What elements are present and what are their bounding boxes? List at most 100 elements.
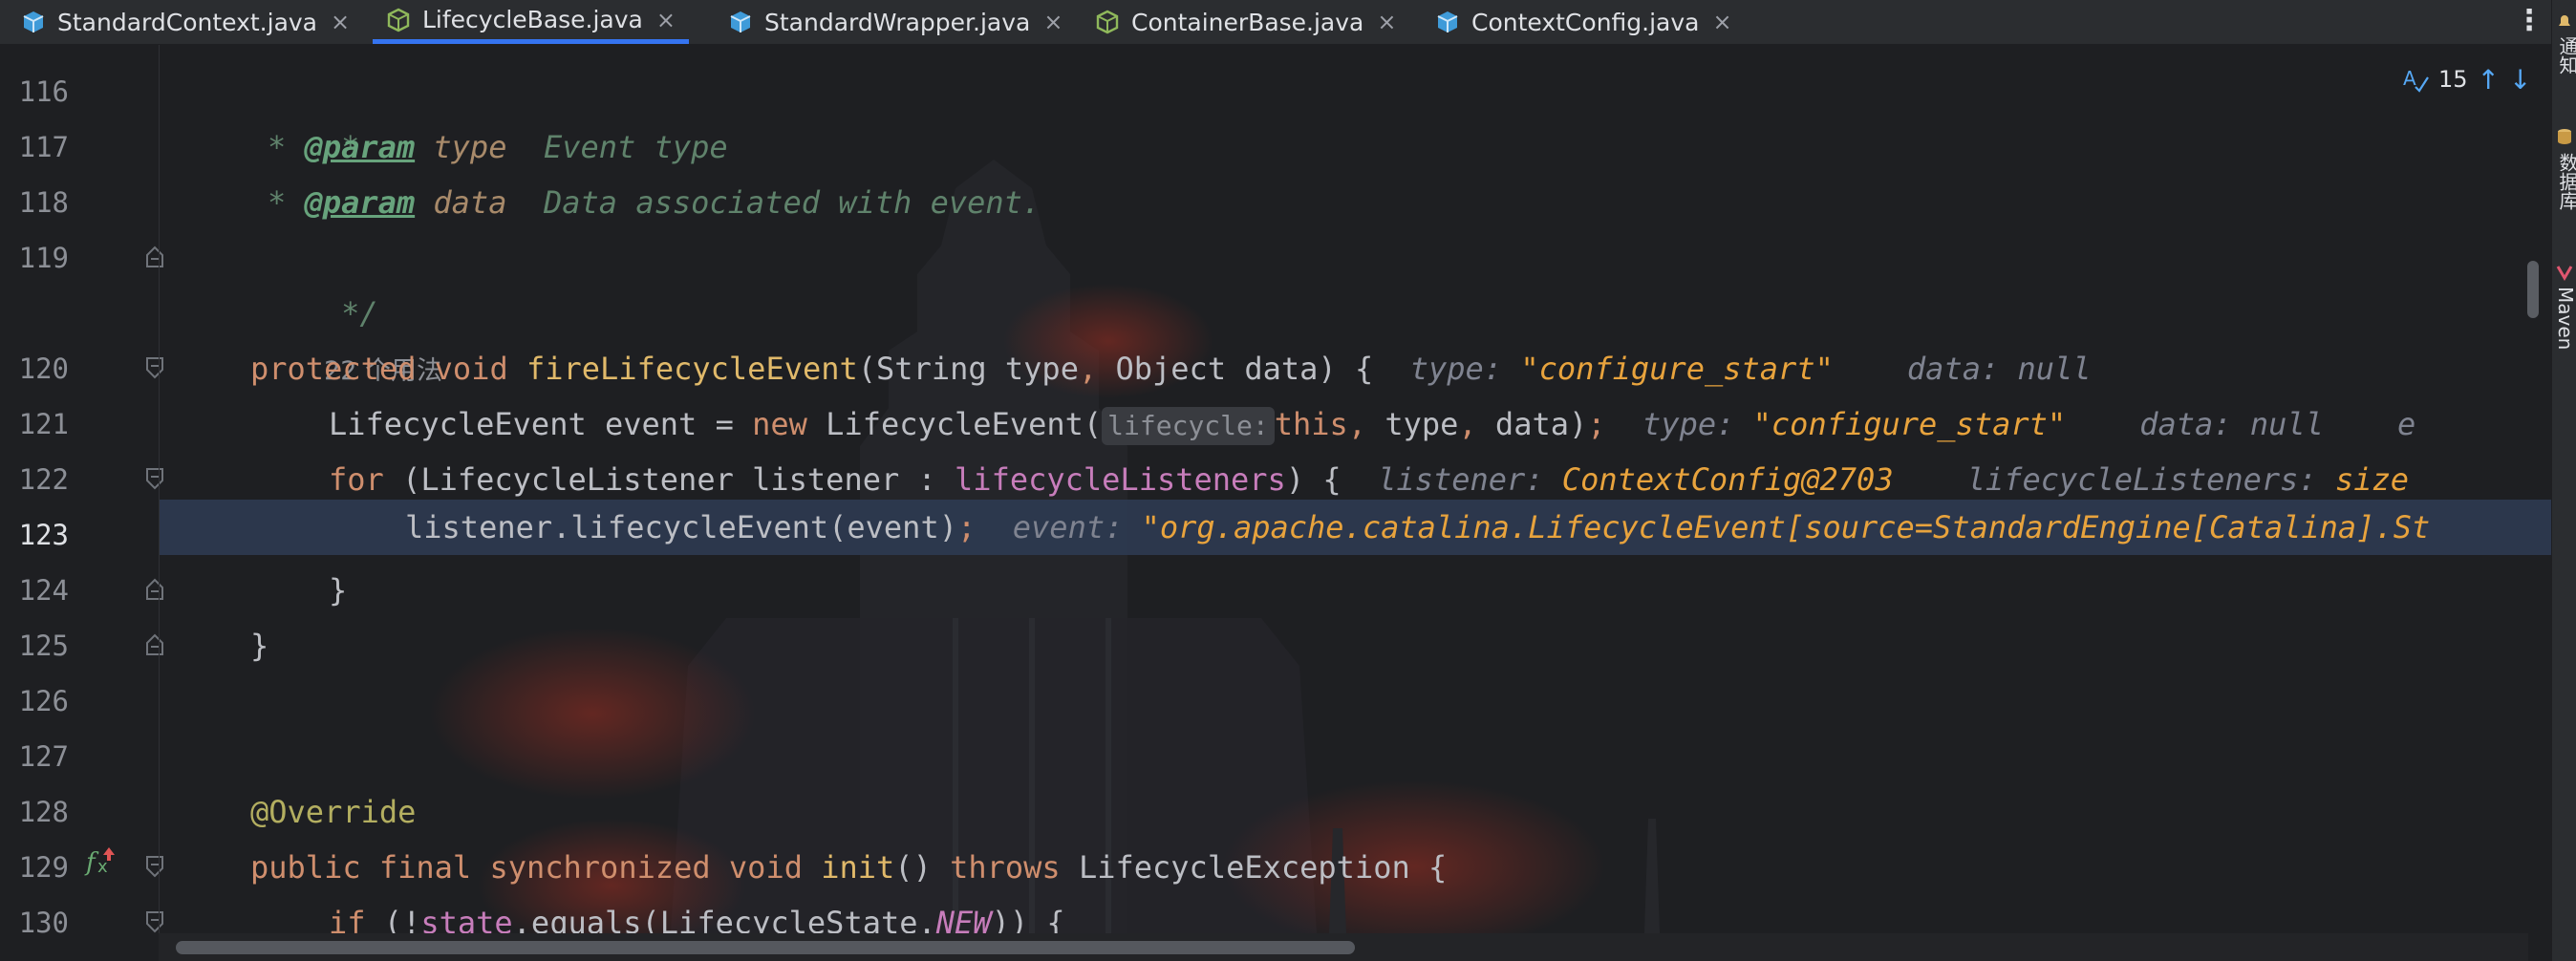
keyword: synchronized <box>489 849 711 886</box>
gutter: 116 117 118 119 120 121 122 123 124 125 … <box>0 45 163 961</box>
code-text: (String type <box>857 351 1079 387</box>
close-icon[interactable]: × <box>331 9 350 35</box>
debug-inline-key: e <box>2396 406 2416 442</box>
keyword: protected <box>250 351 417 387</box>
editor-tab-bar: StandardContext.java × LifecycleBase.jav… <box>0 0 2551 45</box>
tab-container-base[interactable]: ContainerBase.java × <box>1095 0 1396 44</box>
debug-inline-value: "configure_start" <box>1520 351 1834 387</box>
tab-label: LifecycleBase.java <box>422 6 643 33</box>
line-number: 120 <box>18 352 69 385</box>
line-number: 118 <box>18 186 69 219</box>
database-tool[interactable]: 数据库 <box>2554 153 2576 210</box>
code-text: ) { <box>1285 461 1342 498</box>
code-line-128: @Override <box>250 784 416 840</box>
code-line-124: } <box>329 563 347 618</box>
line-number: 128 <box>18 796 69 828</box>
right-tool-window-strip: 通知 数据库 Maven <box>2551 0 2576 961</box>
notifications-icon[interactable] <box>2556 13 2573 31</box>
fold-end-icon[interactable] <box>145 246 164 268</box>
tab-context-config[interactable]: ContextConfig.java × <box>1435 0 1732 44</box>
code-line-118: * @param data Data associated with event… <box>268 175 1041 230</box>
tab-standard-wrapper[interactable]: StandardWrapper.java × <box>728 0 1063 44</box>
code-text: (LifecycleListener listener : <box>383 461 955 498</box>
code-text: Object data) { <box>1097 351 1374 387</box>
close-icon[interactable]: × <box>1043 9 1063 35</box>
more-tabs-icon[interactable]: ⋮ <box>2515 4 2544 37</box>
fold-start-icon[interactable] <box>145 356 164 379</box>
horizontal-scrollbar-thumb[interactable] <box>176 941 1355 954</box>
maven-tool[interactable]: Maven <box>2554 287 2576 350</box>
code-semicolon: ; <box>1587 406 1606 442</box>
tab-lifecycle-base[interactable]: LifecycleBase.java × <box>373 0 689 44</box>
fold-end-icon[interactable] <box>145 578 164 601</box>
javadoc-tag: @param <box>304 184 416 221</box>
code-semicolon: ; <box>956 509 977 545</box>
code-editor[interactable]: 116 117 118 119 120 121 122 123 124 125 … <box>0 45 2551 961</box>
fold-start-icon[interactable] <box>145 855 164 878</box>
debug-inline-key: event: <box>1012 509 1142 545</box>
close-icon[interactable]: × <box>656 7 676 33</box>
keyword: for <box>329 461 384 498</box>
keyword: final <box>378 849 472 886</box>
field-reference: lifecycleListeners <box>955 461 1286 498</box>
notifications-tool[interactable]: 通知 <box>2554 36 2576 75</box>
code-text: data) <box>1476 406 1588 442</box>
line-number: 116 <box>18 75 69 108</box>
java-class-icon <box>1437 11 1458 32</box>
javadoc-desc: Data associated with event. <box>543 184 1041 221</box>
debug-inline-key: data: <box>1906 351 2018 387</box>
debug-inline-value: size <box>2334 461 2410 498</box>
svg-text:x: x <box>97 857 108 877</box>
code-line-120: protected void fireLifecycleEvent(String… <box>250 341 2092 396</box>
fold-start-icon[interactable] <box>145 467 164 490</box>
line-number: 122 <box>18 463 69 496</box>
database-icon[interactable] <box>2556 128 2573 145</box>
debug-inline-value: "org.apache.catalina.LifecycleEvent[sour… <box>1141 509 2431 545</box>
tab-label: StandardContext.java <box>57 8 317 36</box>
previous-problem-icon[interactable]: ↑ <box>2478 64 2500 96</box>
debug-inline-key: listener: <box>1378 461 1562 498</box>
code-text: } <box>250 628 269 664</box>
close-icon[interactable]: × <box>1377 9 1396 35</box>
tab-standard-context[interactable]: StandardContext.java × <box>21 0 350 44</box>
override-method-icon[interactable]: f x <box>84 844 118 878</box>
keyword: public <box>250 849 361 886</box>
code-text: LifecycleEvent event = <box>329 406 753 442</box>
tab-label: ContextConfig.java <box>1471 8 1700 36</box>
keyword: void <box>434 351 508 387</box>
line-number: 125 <box>18 630 69 662</box>
code-text: LifecycleEvent( <box>806 406 1103 442</box>
fold-start-icon[interactable] <box>145 910 164 933</box>
code-text: LifecycleException { <box>1060 849 1448 886</box>
usage-hint[interactable]: 22 个用法 <box>250 286 442 386</box>
code-comma: , <box>1458 406 1477 442</box>
javadoc-param-name: type <box>433 129 507 165</box>
code-text: type <box>1366 406 1459 442</box>
maven-icon[interactable] <box>2556 264 2573 281</box>
fold-end-icon[interactable] <box>145 633 164 656</box>
keyword: new <box>752 406 807 442</box>
inspection-count: 15 <box>2438 66 2468 93</box>
code-line-123: listener.lifecycleEvent(event); event: "… <box>405 500 2430 555</box>
typo-inspection-icon[interactable]: A <box>2402 66 2429 93</box>
next-problem-icon[interactable]: ↓ <box>2509 64 2531 96</box>
line-number: 130 <box>18 907 69 939</box>
code-text: () <box>894 849 951 886</box>
code-text: } <box>329 572 348 609</box>
code-comma: , <box>1078 351 1098 387</box>
code-line-121: LifecycleEvent event = new LifecycleEven… <box>329 396 2415 452</box>
java-abstract-class-icon <box>387 8 410 32</box>
close-icon[interactable]: × <box>1712 9 1731 35</box>
inspection-widget[interactable]: A 15 ↑ ↓ <box>2402 58 2531 100</box>
code-line-129: public final synchronized void init() th… <box>250 840 1447 895</box>
javadoc-tag: @param <box>304 129 416 165</box>
code-comma: , <box>1347 406 1367 442</box>
debug-inline-key: lifecycleListeners: <box>1966 461 2335 498</box>
svg-text:A: A <box>2403 67 2416 90</box>
line-number: 127 <box>18 740 69 773</box>
vertical-scrollbar-thumb[interactable] <box>2527 261 2539 318</box>
parameter-hint: lifecycle: <box>1102 407 1275 445</box>
line-number: 117 <box>18 131 69 163</box>
javadoc-desc: Event type <box>543 129 728 165</box>
tab-label: StandardWrapper.java <box>764 8 1031 36</box>
